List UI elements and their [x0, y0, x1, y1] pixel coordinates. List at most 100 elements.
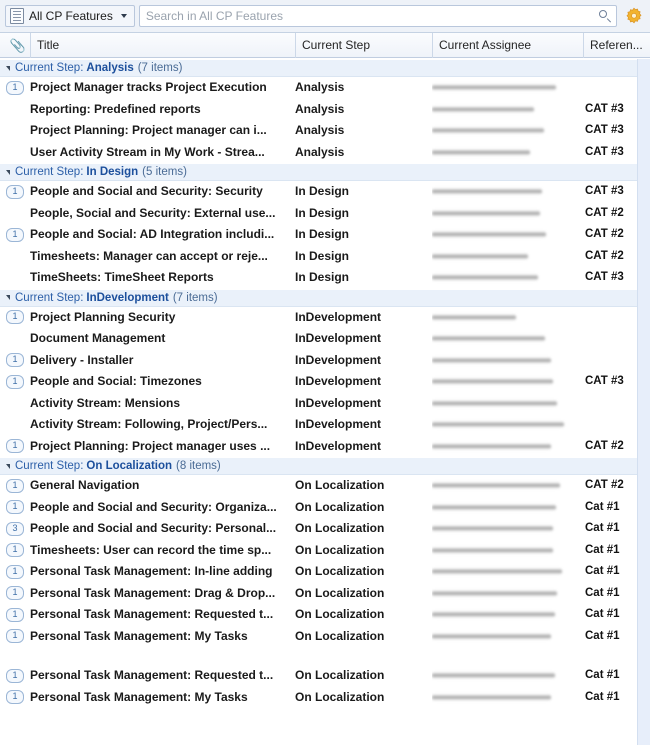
cell-title[interactable]: People and Social: Timezones — [30, 371, 295, 393]
collapse-triangle-icon[interactable] — [6, 295, 10, 300]
group-item-count: (7 items) — [172, 291, 218, 304]
table-row[interactable]: 1 People and Social: AD Integration inclu… — [0, 224, 650, 246]
table-row[interactable]: TimeSheets: TimeSheet Reports In Design CA… — [0, 267, 650, 289]
table-row[interactable]: 1 People and Social: Timezones InDevelopme… — [0, 371, 650, 393]
cell-title[interactable]: Delivery - Installer — [30, 350, 295, 372]
cell-title[interactable]: People, Social and Security: External us… — [30, 203, 295, 225]
table-row[interactable]: Document Management InDevelopment — [0, 328, 650, 350]
table-row[interactable]: Project Planning: Project manager can i.… — [0, 120, 650, 142]
cell-title[interactable]: People and Social and Security: Security — [30, 181, 295, 203]
cell-title[interactable]: Timesheets: Manager can accept or reje..… — [30, 246, 295, 268]
table-row[interactable]: Reporting: Predefined reports Analysis CAT… — [0, 98, 650, 121]
collapse-triangle-icon[interactable] — [6, 65, 10, 71]
collapse-triangle-icon[interactable] — [6, 169, 10, 175]
comment-count-badge[interactable]: 1 — [6, 353, 24, 368]
comment-count-badge[interactable]: 1 — [6, 564, 24, 579]
row-badge-cell: 1 — [0, 475, 30, 497]
cell-title[interactable]: Activity Stream: Mensions — [30, 393, 295, 415]
table-row[interactable]: 1 Project Manager tracks Project Executio… — [0, 77, 650, 99]
group-header[interactable]: Current Step: In Design (5 items) — [0, 163, 650, 181]
cell-title[interactable]: Activity Stream: Following, Project/Pers… — [30, 414, 295, 436]
table-row[interactable]: 1 Personal Task Management: Requested t..… — [0, 665, 650, 687]
cell-title[interactable]: People and Social and Security: Organiza… — [30, 497, 295, 519]
comment-count-badge[interactable]: 1 — [6, 668, 24, 683]
cell-title[interactable]: Personal Task Management: My Tasks — [30, 687, 295, 709]
comment-count-badge[interactable]: 1 — [6, 439, 24, 454]
comment-count-badge[interactable]: 3 — [6, 521, 24, 536]
cell-title[interactable]: Personal Task Management: In-line adding — [30, 561, 295, 583]
cell-title[interactable]: Personal Task Management: My Tasks — [30, 626, 295, 648]
table-row[interactable]: People, Social and Security: External us… — [0, 202, 650, 225]
cell-current-step: InDevelopment — [295, 309, 382, 324]
table-row[interactable]: Activity Stream: Mensions InDevelopment — [0, 392, 650, 415]
table-row[interactable]: 1 Project Planning: Project manager uses … — [0, 435, 650, 458]
comment-count-badge[interactable]: 1 — [6, 374, 24, 389]
table-row[interactable]: Timesheets: Manager can accept or reje..… — [0, 245, 650, 268]
table-row[interactable]: 1 General Navigation On Localization CAT #2 — [0, 475, 650, 497]
comment-count-badge[interactable]: 1 — [6, 690, 24, 705]
comment-count-badge[interactable]: 1 — [6, 500, 24, 515]
redacted-assignee-name — [432, 105, 534, 113]
cell-reference: CAT #3 — [585, 145, 624, 158]
cell-title[interactable]: People and Social: AD Integration includ… — [30, 224, 295, 246]
cell-title[interactable]: User Activity Stream in My Work - Strea.… — [30, 142, 295, 164]
cell-title[interactable]: Project Planning Security — [30, 307, 295, 329]
redacted-assignee-name — [432, 632, 551, 640]
comment-count-badge[interactable]: 1 — [6, 184, 24, 199]
cell-reference — [583, 307, 643, 329]
cell-title[interactable]: TimeSheets: TimeSheet Reports — [30, 267, 295, 289]
table-row[interactable]: 1 Timesheets: User can record the time sp… — [0, 539, 650, 562]
column-header-current-step[interactable]: Current Step — [296, 32, 433, 58]
cell-title[interactable]: Project Manager tracks Project Execution — [30, 77, 295, 99]
table-row[interactable]: 1 Personal Task Management: In-line addin… — [0, 561, 650, 583]
cell-title[interactable]: People and Social and Security: Personal… — [30, 518, 295, 540]
cell-title[interactable]: General Navigation — [30, 475, 295, 497]
table-row[interactable]: 1 Project Planning Security InDevelopment — [0, 306, 650, 329]
comment-count-badge[interactable]: 1 — [6, 227, 24, 242]
comment-count-badge[interactable]: 1 — [6, 607, 24, 622]
table-row[interactable]: 1 People and Social and Security: Organiz… — [0, 496, 650, 519]
scope-dropdown[interactable]: All CP Features — [5, 5, 135, 27]
cell-title[interactable]: Reporting: Predefined reports — [30, 99, 295, 121]
column-header-current-assignee[interactable]: Current Assignee — [433, 32, 584, 58]
cell-current-assignee — [432, 604, 583, 626]
column-header-title[interactable]: Title — [31, 32, 296, 58]
group-header[interactable]: Current Step: InDevelopment (7 items) — [0, 288, 650, 307]
table-row[interactable]: 1 People and Social and Security: Securit… — [0, 181, 650, 203]
cell-title[interactable]: Document Management — [30, 328, 295, 350]
table-row[interactable]: 1 Personal Task Management: Drag & Drop..… — [0, 582, 650, 605]
cell-title[interactable]: Personal Task Management: Requested t... — [30, 665, 295, 687]
table-row[interactable]: Activity Stream: Following, Project/Pers… — [0, 414, 650, 436]
table-row[interactable]: 1 Personal Task Management: My Tasks On Lo… — [0, 686, 650, 709]
search-box[interactable] — [138, 5, 617, 27]
table-row[interactable]: 1 Personal Task Management: Requested t..… — [0, 604, 650, 626]
column-header-attachment[interactable]: 📎 — [0, 32, 31, 58]
table-row[interactable]: 1 Personal Task Management: My Tasks On Lo… — [0, 625, 650, 648]
comment-count-badge[interactable]: 1 — [6, 310, 24, 325]
cell-reference — [583, 328, 643, 350]
group-header[interactable]: Current Step: On Localization (8 items) — [0, 457, 650, 475]
collapse-triangle-icon[interactable] — [6, 463, 10, 469]
comment-count-badge[interactable]: 1 — [6, 629, 24, 644]
table-row[interactable]: 3 People and Social and Security: Persona… — [0, 518, 650, 540]
cell-current-assignee — [432, 626, 583, 648]
table-row[interactable]: 1 Delivery - Installer InDevelopment — [0, 349, 650, 372]
comment-count-badge[interactable]: 1 — [6, 586, 24, 601]
comment-count-badge[interactable]: 1 — [6, 478, 24, 493]
table-row[interactable]: User Activity Stream in My Work - Strea.… — [0, 141, 650, 164]
cell-title[interactable]: Personal Task Management: Drag & Drop... — [30, 583, 295, 605]
cell-title[interactable]: Timesheets: User can record the time sp.… — [30, 540, 295, 562]
group-header[interactable]: Current Step: Analysis (7 items) — [0, 59, 650, 77]
cell-title[interactable]: Project Planning: Project manager uses .… — [30, 436, 295, 458]
settings-button[interactable] — [623, 5, 645, 27]
cell-title[interactable]: Personal Task Management: Requested t... — [30, 604, 295, 626]
search-icon[interactable] — [599, 9, 612, 23]
comment-count-badge[interactable]: 1 — [6, 543, 24, 558]
cell-title[interactable]: Project Planning: Project manager can i.… — [30, 120, 295, 142]
vertical-scrollbar-track[interactable] — [637, 59, 650, 745]
search-input[interactable] — [145, 9, 595, 23]
cell-reference: CAT #3 — [585, 102, 624, 115]
column-header-reference[interactable]: Referen... — [584, 33, 644, 58]
group-item-count: (8 items) — [176, 460, 221, 472]
comment-count-badge[interactable]: 1 — [6, 80, 24, 95]
